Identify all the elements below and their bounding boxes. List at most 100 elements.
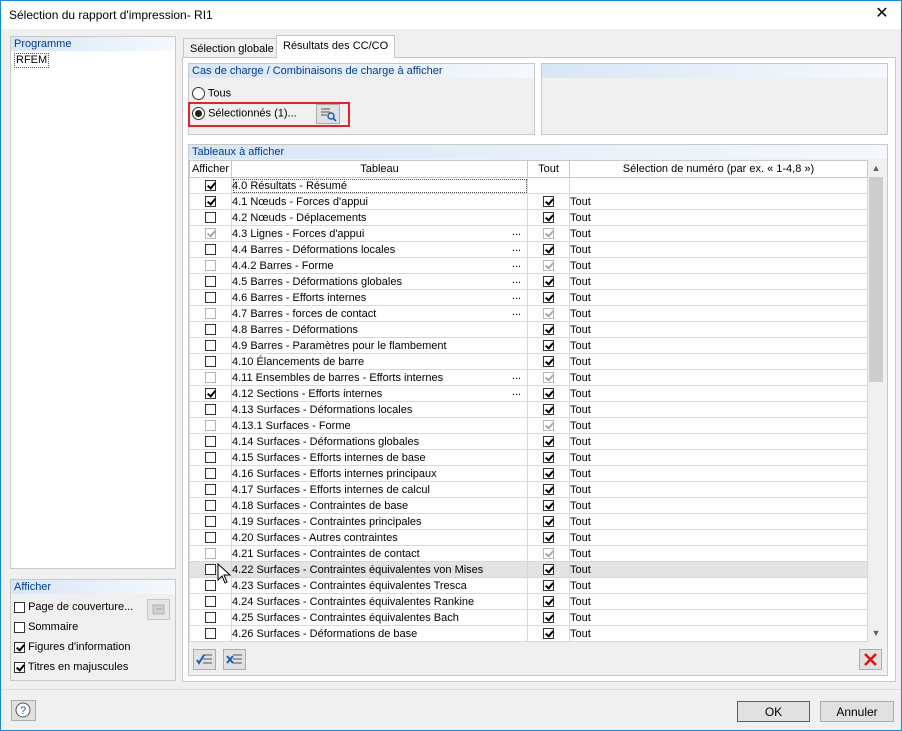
all-checkbox[interactable] (543, 228, 554, 240)
selection-cell[interactable]: Tout (569, 449, 868, 466)
table-row[interactable]: 4.19 Surfaces - Contraintes principales T… (189, 513, 868, 530)
show-cell[interactable] (189, 321, 232, 338)
show-cell[interactable] (189, 385, 232, 402)
show-cell[interactable] (189, 497, 232, 514)
table-row[interactable]: 4.9 Barres - Paramètres pour le flambeme… (189, 337, 868, 354)
all-cell[interactable] (527, 433, 570, 450)
all-cell[interactable] (527, 561, 570, 578)
table-row[interactable]: 4.22 Surfaces - Contraintes équivalentes… (189, 561, 868, 578)
checkbox[interactable] (14, 601, 25, 613)
show-checkbox[interactable] (205, 580, 216, 592)
programme-item-rfem[interactable]: RFEM (14, 53, 50, 68)
all-checkbox[interactable] (543, 516, 554, 528)
show-cell[interactable] (189, 273, 232, 290)
show-cell[interactable] (189, 177, 232, 194)
show-checkbox[interactable] (205, 228, 216, 240)
all-checkbox[interactable] (543, 356, 554, 368)
table-row[interactable]: 4.11 Ensembles de barres - Efforts inter… (189, 369, 868, 386)
table-name-cell[interactable]: 4.14 Surfaces - Déformations globales (231, 433, 528, 450)
show-cell[interactable] (189, 337, 232, 354)
all-checkbox[interactable] (543, 612, 554, 624)
table-name-cell[interactable]: 4.2 Nœuds - Déplacements (231, 209, 528, 226)
show-checkbox[interactable] (205, 516, 216, 528)
all-cell[interactable] (527, 593, 570, 610)
table-name-cell[interactable]: 4.16 Surfaces - Efforts internes princip… (231, 465, 528, 482)
table-name-cell[interactable]: 4.10 Élancements de barre (231, 353, 528, 370)
all-checkbox[interactable] (543, 596, 554, 608)
scroll-up-icon[interactable]: ▲ (868, 160, 884, 176)
all-cell[interactable] (527, 609, 570, 626)
checkbox[interactable] (14, 641, 25, 653)
table-name-cell[interactable]: 4.22 Surfaces - Contraintes équivalentes… (231, 561, 528, 578)
checkbox[interactable] (14, 621, 25, 633)
check-all-button[interactable] (193, 649, 216, 670)
selection-cell[interactable]: Tout (569, 209, 868, 226)
show-cell[interactable] (189, 257, 232, 274)
col-tout[interactable]: Tout (527, 160, 570, 178)
table-row[interactable]: 4.5 Barres - Déformations globales... Tou… (189, 273, 868, 290)
all-checkbox[interactable] (543, 564, 554, 576)
show-checkbox[interactable] (205, 308, 216, 320)
afficher-option[interactable]: Sommaire (14, 621, 78, 633)
show-checkbox[interactable] (205, 340, 216, 352)
all-cell[interactable] (527, 385, 570, 402)
afficher-option[interactable]: Titres en majuscules (14, 661, 128, 673)
selection-cell[interactable]: Tout (569, 369, 868, 386)
show-checkbox[interactable] (205, 260, 216, 272)
more-button[interactable]: ... (512, 291, 521, 303)
show-checkbox[interactable] (205, 612, 216, 624)
table-name-cell[interactable]: 4.23 Surfaces - Contraintes équivalentes… (231, 577, 528, 594)
table-name-cell[interactable]: 4.13.1 Surfaces - Forme (231, 417, 528, 434)
show-cell[interactable] (189, 465, 232, 482)
table-name-cell[interactable]: 4.20 Surfaces - Autres contraintes (231, 529, 528, 546)
table-row[interactable]: 4.15 Surfaces - Efforts internes de base… (189, 449, 868, 466)
all-cell[interactable] (527, 177, 570, 194)
show-checkbox[interactable] (205, 196, 216, 208)
selection-cell[interactable]: Tout (569, 417, 868, 434)
table-name-cell[interactable]: 4.5 Barres - Déformations globales... (231, 273, 528, 290)
show-cell[interactable] (189, 305, 232, 322)
show-checkbox[interactable] (205, 244, 216, 256)
show-cell[interactable] (189, 513, 232, 530)
table-name-cell[interactable]: 4.4 Barres - Déformations locales... (231, 241, 528, 258)
selection-cell[interactable]: Tout (569, 401, 868, 418)
all-checkbox[interactable] (543, 372, 554, 384)
all-checkbox[interactable] (543, 404, 554, 416)
delete-button[interactable] (859, 649, 882, 670)
all-cell[interactable] (527, 257, 570, 274)
all-checkbox[interactable] (543, 452, 554, 464)
more-button[interactable]: ... (512, 371, 521, 383)
all-cell[interactable] (527, 305, 570, 322)
show-cell[interactable] (189, 401, 232, 418)
vertical-scrollbar[interactable]: ▲ ▼ (868, 160, 884, 641)
all-checkbox[interactable] (543, 212, 554, 224)
table-row[interactable]: 4.17 Surfaces - Efforts internes de calc… (189, 481, 868, 498)
tab-resultats-cc-co[interactable]: Résultats des CC/CO (276, 35, 396, 59)
show-cell[interactable] (189, 545, 232, 562)
show-checkbox[interactable] (205, 324, 216, 336)
all-checkbox[interactable] (543, 580, 554, 592)
more-button[interactable]: ... (512, 243, 521, 255)
show-checkbox[interactable] (205, 212, 216, 224)
show-checkbox[interactable] (205, 372, 216, 384)
ok-button[interactable]: OK (737, 701, 810, 722)
all-checkbox[interactable] (543, 548, 554, 560)
selection-cell[interactable]: Tout (569, 305, 868, 322)
all-checkbox[interactable] (543, 388, 554, 400)
table-name-cell[interactable]: 4.12 Sections - Efforts internes... (231, 385, 528, 402)
afficher-option[interactable]: Figures d'information (14, 641, 130, 653)
all-cell[interactable] (527, 545, 570, 562)
tab-selection-globale[interactable]: Sélection globale (183, 38, 281, 58)
table-row[interactable]: 4.2 Nœuds - Déplacements Tout (189, 209, 868, 226)
more-button[interactable]: ... (512, 227, 521, 239)
more-button[interactable]: ... (512, 275, 521, 287)
all-checkbox[interactable] (543, 244, 554, 256)
show-cell[interactable] (189, 241, 232, 258)
selection-cell[interactable]: Tout (569, 353, 868, 370)
show-checkbox[interactable] (205, 276, 216, 288)
all-cell[interactable] (527, 465, 570, 482)
show-checkbox[interactable] (205, 628, 216, 640)
selection-cell[interactable]: Tout (569, 529, 868, 546)
all-checkbox[interactable] (543, 292, 554, 304)
all-cell[interactable] (527, 209, 570, 226)
